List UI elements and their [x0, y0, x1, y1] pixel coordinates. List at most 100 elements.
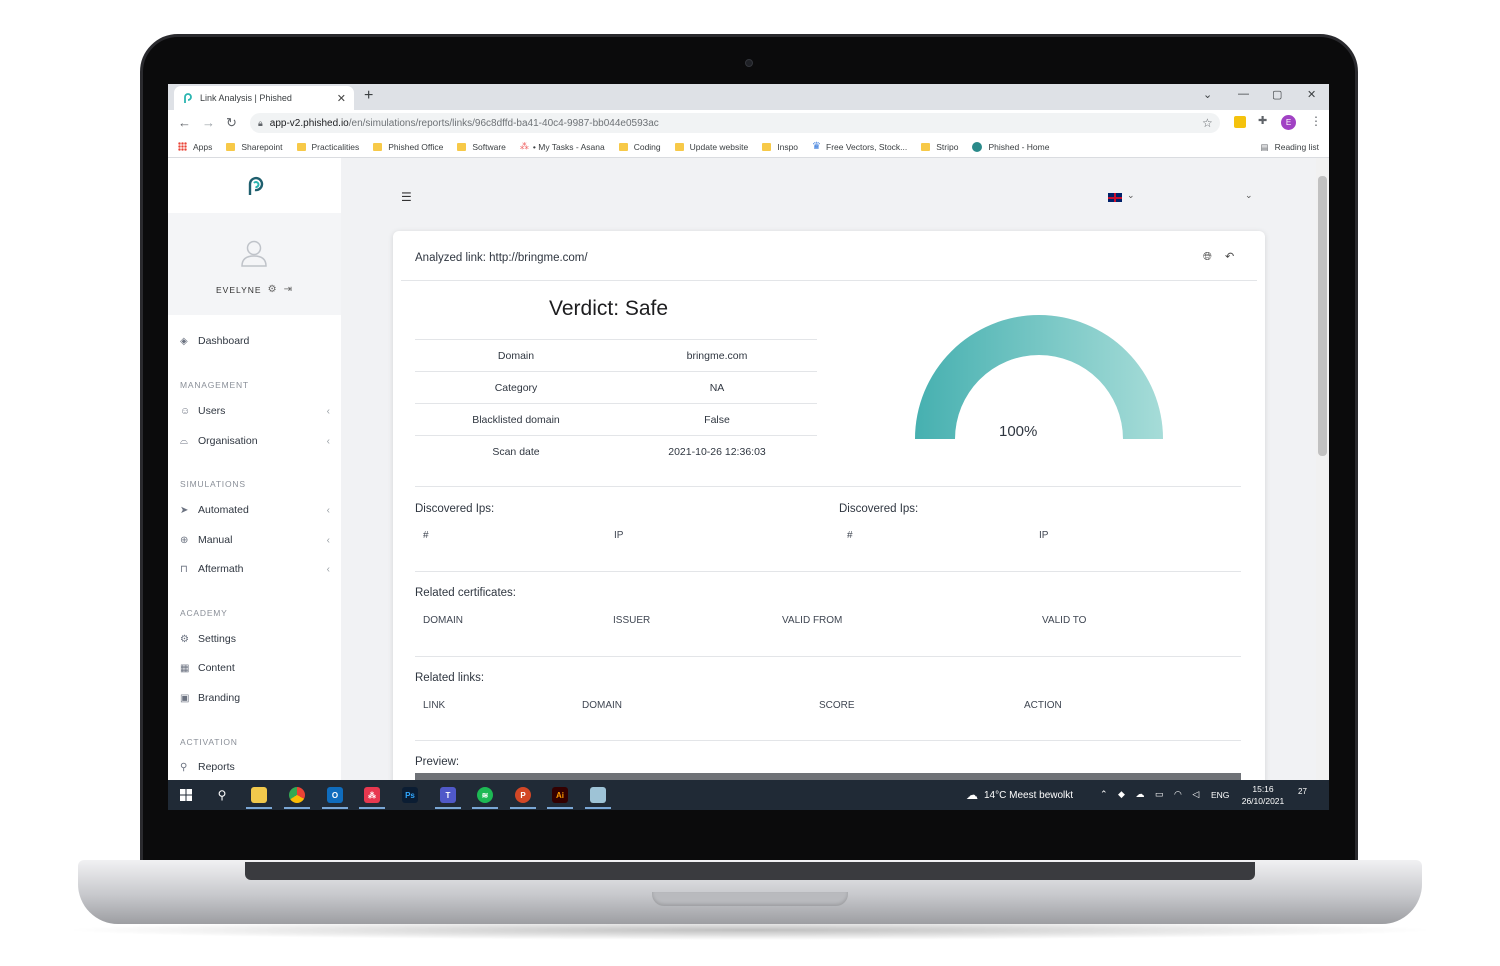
taskbar-active-indicator	[547, 807, 573, 809]
bookmark-stripo[interactable]: Stripo	[921, 142, 958, 152]
image-icon: ▣	[180, 692, 190, 704]
illustrator-icon[interactable]: Ai	[552, 787, 568, 803]
table-row: Blacklisted domain False	[415, 403, 817, 435]
sidebar-item-aftermath[interactable]: ⊓ Aftermath ‹	[180, 563, 330, 575]
teams-icon[interactable]: T	[440, 787, 456, 803]
reading-list-button[interactable]: ▤ Reading list	[1261, 136, 1319, 158]
bookmark-apps[interactable]: Apps	[178, 142, 212, 152]
sidebar-item-reports[interactable]: ⚲ Reports	[180, 761, 330, 773]
screen: Link Analysis | Phished ✕ + ⌄ — ▢ ✕ ← → …	[168, 84, 1329, 810]
hamburger-menu-icon[interactable]: ☰	[401, 190, 412, 204]
page-scrollbar[interactable]	[1316, 158, 1329, 780]
file-explorer-icon[interactable]	[251, 787, 267, 803]
analyzed-link-title: Analyzed link: http://bringme.com/	[415, 252, 588, 264]
input-language[interactable]: ENG	[1211, 790, 1229, 800]
taskbar-active-indicator	[284, 807, 310, 809]
bookmark-free-vectors[interactable]: ♛ Free Vectors, Stock...	[812, 141, 907, 152]
taskbar-active-indicator	[359, 807, 385, 809]
bookmark-coding[interactable]: Coding	[618, 142, 661, 152]
asana-icon[interactable]: ⁂	[364, 787, 380, 803]
minimize-icon[interactable]: —	[1238, 88, 1249, 100]
bookmark-software[interactable]: Software	[457, 142, 506, 152]
bookmark-practicalities[interactable]: Practicalities	[296, 142, 359, 152]
taskbar-active-indicator	[585, 807, 611, 809]
photoshop-icon[interactable]: Ps	[402, 787, 418, 803]
powerpoint-icon[interactable]: P	[515, 787, 531, 803]
browser-profile-avatar[interactable]: E	[1281, 115, 1296, 130]
lock-icon: 🔒︎	[258, 117, 263, 128]
system-clock[interactable]: 15:16 26/10/2021	[1238, 783, 1288, 807]
address-bar-row: ← → ↻ 🔒︎ app-v2.phished.io/en/simulation…	[168, 110, 1329, 136]
extension-note-icon[interactable]	[1234, 116, 1246, 128]
tab-search-icon[interactable]: ⌄	[1203, 88, 1212, 101]
divider	[415, 656, 1241, 657]
bookmark-update-website[interactable]: Update website	[674, 142, 748, 152]
card-header: Analyzed link: http://bringme.com/ 🌐︎ ↶	[401, 231, 1257, 281]
sidebar-item-content[interactable]: ▦ Content	[180, 662, 330, 674]
windows-start-icon[interactable]	[178, 787, 194, 803]
browser-menu-icon[interactable]: ⋮	[1310, 114, 1322, 128]
gauge-value-label: 100%	[999, 423, 1038, 440]
bookmark-asana[interactable]: ⁂ • My Tasks - Asana	[520, 141, 605, 152]
sidebar-item-branding[interactable]: ▣ Branding	[180, 692, 330, 704]
sidebar-item-dashboard[interactable]: ◈ Dashboard	[180, 335, 330, 347]
profile-dropdown-chevron-icon[interactable]: ⌄	[1245, 190, 1253, 201]
reload-icon[interactable]: ↻	[226, 115, 237, 131]
uk-flag-icon[interactable]	[1108, 193, 1122, 202]
chrome-icon[interactable]	[289, 787, 305, 803]
reading-list-icon: ▤	[1260, 141, 1269, 152]
taskbar-active-indicator	[246, 807, 272, 809]
notepad-icon[interactable]	[590, 787, 606, 803]
sidebar-logo[interactable]	[168, 158, 341, 213]
weather-widget[interactable]: ☁ 14°C Meest bewolkt	[966, 788, 1073, 802]
chevron-left-icon: ‹	[326, 534, 330, 546]
globe-icon[interactable]: 🌐︎	[1203, 251, 1212, 264]
close-window-icon[interactable]: ✕	[1307, 88, 1316, 101]
back-arrow-icon[interactable]: ←	[178, 115, 191, 130]
url-host: app-v2.phished.io	[269, 117, 349, 129]
spotify-icon[interactable]: ≋	[477, 787, 493, 803]
close-tab-icon[interactable]: ✕	[337, 92, 346, 105]
safety-score-gauge	[915, 315, 1163, 439]
chevron-down-icon[interactable]: ⌄	[1127, 190, 1135, 201]
extensions-puzzle-icon[interactable]: ✚	[1258, 114, 1270, 127]
gauge-fill	[915, 315, 1163, 439]
ips-left-col-ip: IP	[614, 530, 624, 541]
bookmark-phished-office[interactable]: Phished Office	[373, 142, 443, 152]
logout-icon[interactable]: ⇥	[284, 284, 293, 295]
sidebar-item-settings[interactable]: ⚙ Settings	[180, 633, 330, 645]
sidebar-item-users[interactable]: ☺ Users ‹	[180, 405, 330, 417]
tab-title: Link Analysis | Phished	[200, 93, 292, 103]
notification-center-icon[interactable]: 27	[1298, 786, 1316, 802]
browser-tab-active[interactable]: Link Analysis | Phished ✕	[174, 86, 354, 110]
forward-arrow-icon[interactable]: →	[202, 115, 215, 130]
bookmark-phished-home[interactable]: Phished - Home	[972, 141, 1049, 152]
sidebar-item-manual[interactable]: ⊕ Manual ‹	[180, 534, 330, 546]
avatar[interactable]	[232, 231, 276, 275]
outlook-icon[interactable]: O	[327, 787, 343, 803]
taskbar-active-indicator	[322, 807, 348, 809]
bookmark-star-icon[interactable]: ☆	[1202, 116, 1213, 130]
new-tab-button[interactable]: +	[364, 87, 373, 105]
url-input[interactable]: 🔒︎ app-v2.phished.io/en/simulations/repo…	[250, 113, 1220, 133]
user-profile-block: EVELYNE ⚙ ⇥	[168, 213, 341, 315]
aftermath-icon: ⊓	[180, 563, 188, 575]
table-row: Domain bringme.com	[415, 339, 817, 371]
reply-arrow-icon[interactable]: ↶	[1225, 250, 1234, 263]
cert-col-issuer: ISSUER	[613, 615, 651, 626]
scrollbar-thumb[interactable]	[1318, 176, 1327, 456]
divider	[415, 486, 1241, 487]
phished-icon	[972, 141, 983, 152]
gear-icon[interactable]: ⚙	[268, 284, 278, 295]
sidebar-item-organisation[interactable]: ⌓ Organisation ‹	[180, 435, 330, 447]
sidebar-item-automated[interactable]: ➤ Automated ‹	[180, 504, 330, 516]
bookmark-inspo[interactable]: Inspo	[762, 142, 798, 152]
crosshair-icon: ⊕	[180, 534, 189, 546]
laptop-notch	[652, 892, 848, 906]
cloud-icon: ☁	[966, 788, 978, 802]
search-icon[interactable]: ⚲	[214, 787, 230, 803]
sidebar-section-activation: ACTIVATION	[180, 737, 238, 747]
system-tray-icons[interactable]: ⌃ ◆ ☁ ▭ ◠ ◁	[1100, 789, 1203, 800]
maximize-icon[interactable]: ▢	[1272, 88, 1282, 101]
bookmark-sharepoint[interactable]: Sharepoint	[226, 142, 283, 152]
